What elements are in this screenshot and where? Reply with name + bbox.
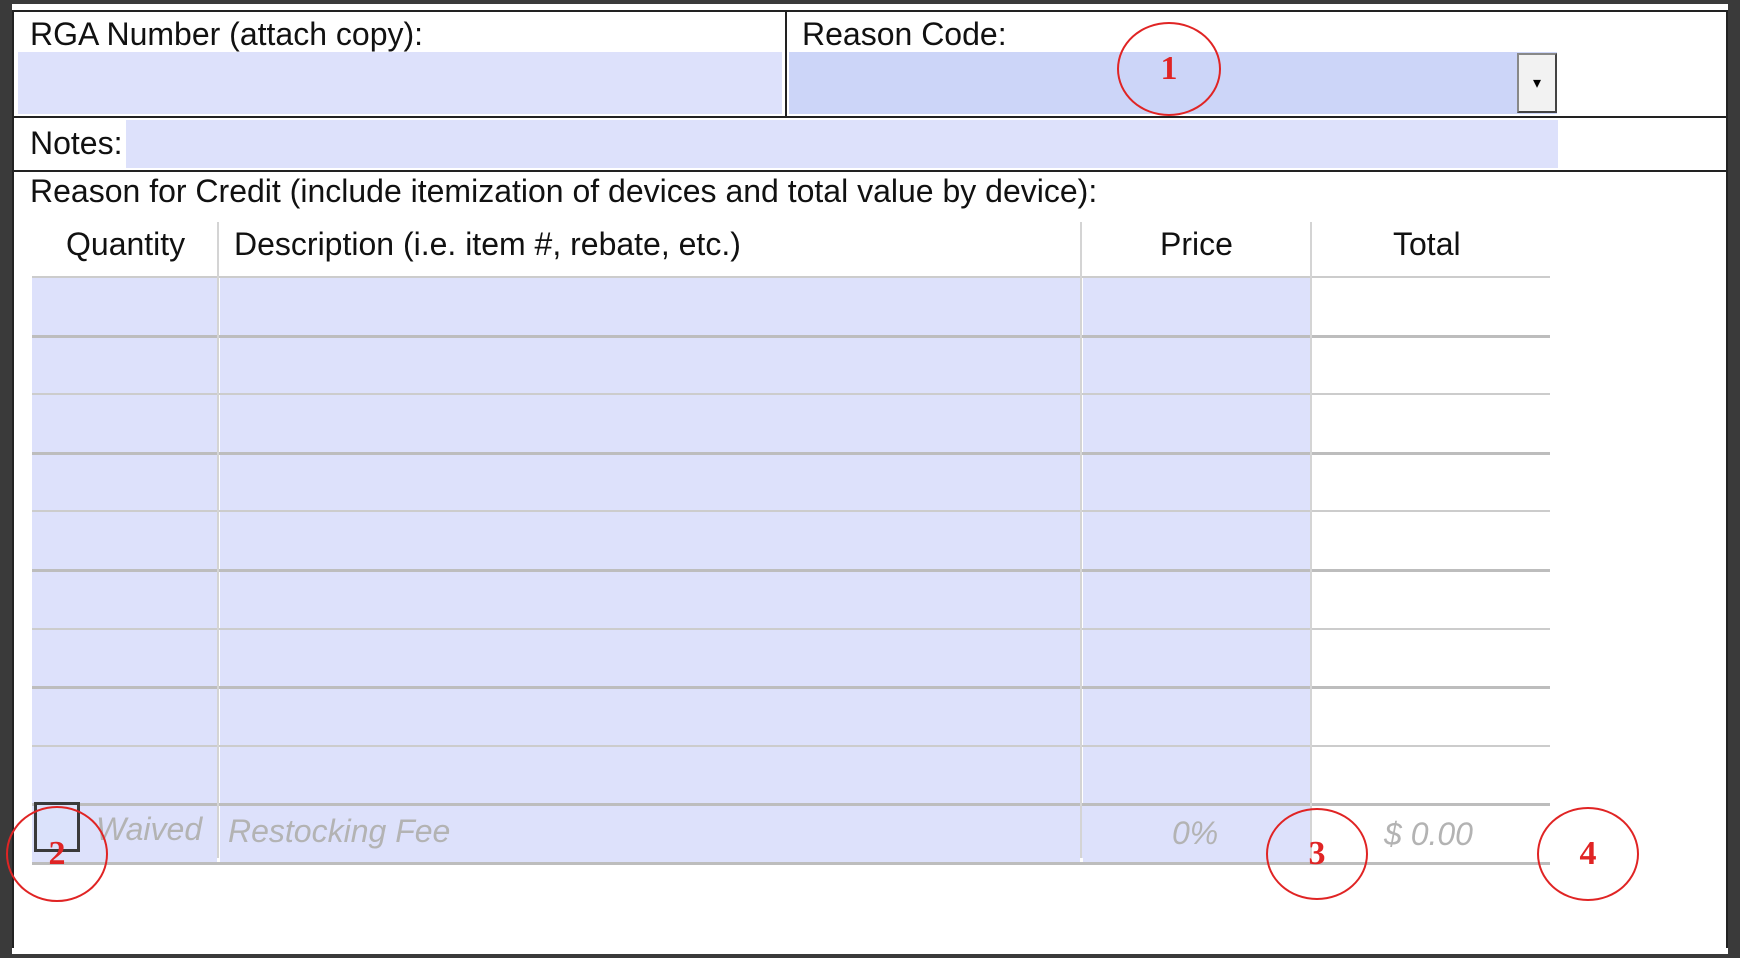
table-row-divider (32, 393, 1550, 396)
notes-field[interactable] (126, 120, 1558, 168)
callout-3: 3 (1266, 808, 1368, 900)
table-cell-price[interactable] (1083, 453, 1310, 511)
table-cell-description[interactable] (220, 746, 1080, 804)
table-cell-price[interactable] (1083, 512, 1310, 569)
table-cell-price[interactable] (1083, 688, 1310, 745)
table-cell-price[interactable] (1083, 629, 1310, 687)
table-row-divider (32, 510, 1550, 513)
table-row-divider (32, 744, 1550, 747)
table-cell-price[interactable] (1083, 278, 1310, 335)
rga-number-label: RGA Number (attach copy): (30, 16, 424, 52)
table-cell-description[interactable] (220, 278, 1080, 335)
table-cell-price[interactable] (1083, 395, 1310, 452)
table-cell-quantity[interactable] (32, 746, 217, 804)
callout-4: 4 (1537, 807, 1639, 901)
table-column-divider (217, 222, 219, 858)
callout-2: 2 (6, 806, 108, 902)
callout-4-number: 4 (1579, 835, 1597, 872)
table-row-divider (32, 451, 1550, 455)
table-row-divider (32, 569, 1550, 572)
waived-label: Waived (96, 811, 203, 847)
table-row-divider (32, 686, 1550, 690)
reason-for-credit-label: Reason for Credit (include itemization o… (30, 173, 1098, 209)
callout-1: 1 (1117, 22, 1221, 116)
restocking-fee-label: Restocking Fee (228, 813, 451, 849)
table-cell-quantity[interactable] (32, 395, 217, 452)
section-divider-2 (14, 170, 1726, 172)
table-cell-quantity[interactable] (32, 571, 217, 628)
table-cell-description[interactable] (220, 336, 1080, 394)
column-header-quantity: Quantity (66, 226, 186, 262)
table-cell-quantity[interactable] (32, 629, 217, 687)
table-cell-price[interactable] (1083, 336, 1310, 394)
table-column-divider (1080, 222, 1082, 858)
table-cell-description[interactable] (220, 688, 1080, 745)
table-row-divider (32, 334, 1550, 338)
table-cell-description[interactable] (220, 629, 1080, 687)
table-cell-description[interactable] (220, 512, 1080, 569)
chevron-down-icon: ▾ (1532, 75, 1542, 92)
reason-code-label: Reason Code: (802, 16, 1007, 52)
restocking-fee-total: $ 0.00 (1384, 816, 1473, 852)
section-divider-1 (14, 116, 1726, 118)
reason-code-dropdown-button[interactable]: ▾ (1517, 53, 1557, 113)
column-header-description: Description (i.e. item #, rebate, etc.) (234, 226, 741, 262)
table-cell-quantity[interactable] (32, 336, 217, 394)
table-cell-quantity[interactable] (32, 278, 217, 335)
table-cell-price[interactable] (1083, 571, 1310, 628)
table-column-divider (1310, 222, 1312, 858)
table-cell-quantity[interactable] (32, 512, 217, 569)
table-row-divider (32, 276, 1550, 278)
column-header-price: Price (1160, 226, 1233, 262)
restocking-fee-percent: 0% (1172, 815, 1219, 851)
table-cell-description[interactable] (220, 453, 1080, 511)
table-cell-quantity[interactable] (32, 688, 217, 745)
top-divider (785, 12, 787, 118)
callout-3-number: 3 (1308, 835, 1326, 872)
table-row-divider (32, 803, 1550, 807)
table-cell-quantity[interactable] (32, 453, 217, 511)
table-row-divider (32, 627, 1550, 630)
table-cell-price[interactable] (1083, 746, 1310, 804)
callout-1-number: 1 (1160, 50, 1178, 87)
credit-form: RGA Number (attach copy): Reason Code: ▾… (12, 10, 1728, 948)
callout-2-number: 2 (48, 835, 66, 872)
rga-number-field[interactable] (18, 52, 782, 114)
table-cell-description[interactable] (220, 395, 1080, 452)
table-cell-description[interactable] (220, 571, 1080, 628)
notes-label: Notes: (30, 125, 123, 161)
column-header-total: Total (1393, 226, 1461, 262)
